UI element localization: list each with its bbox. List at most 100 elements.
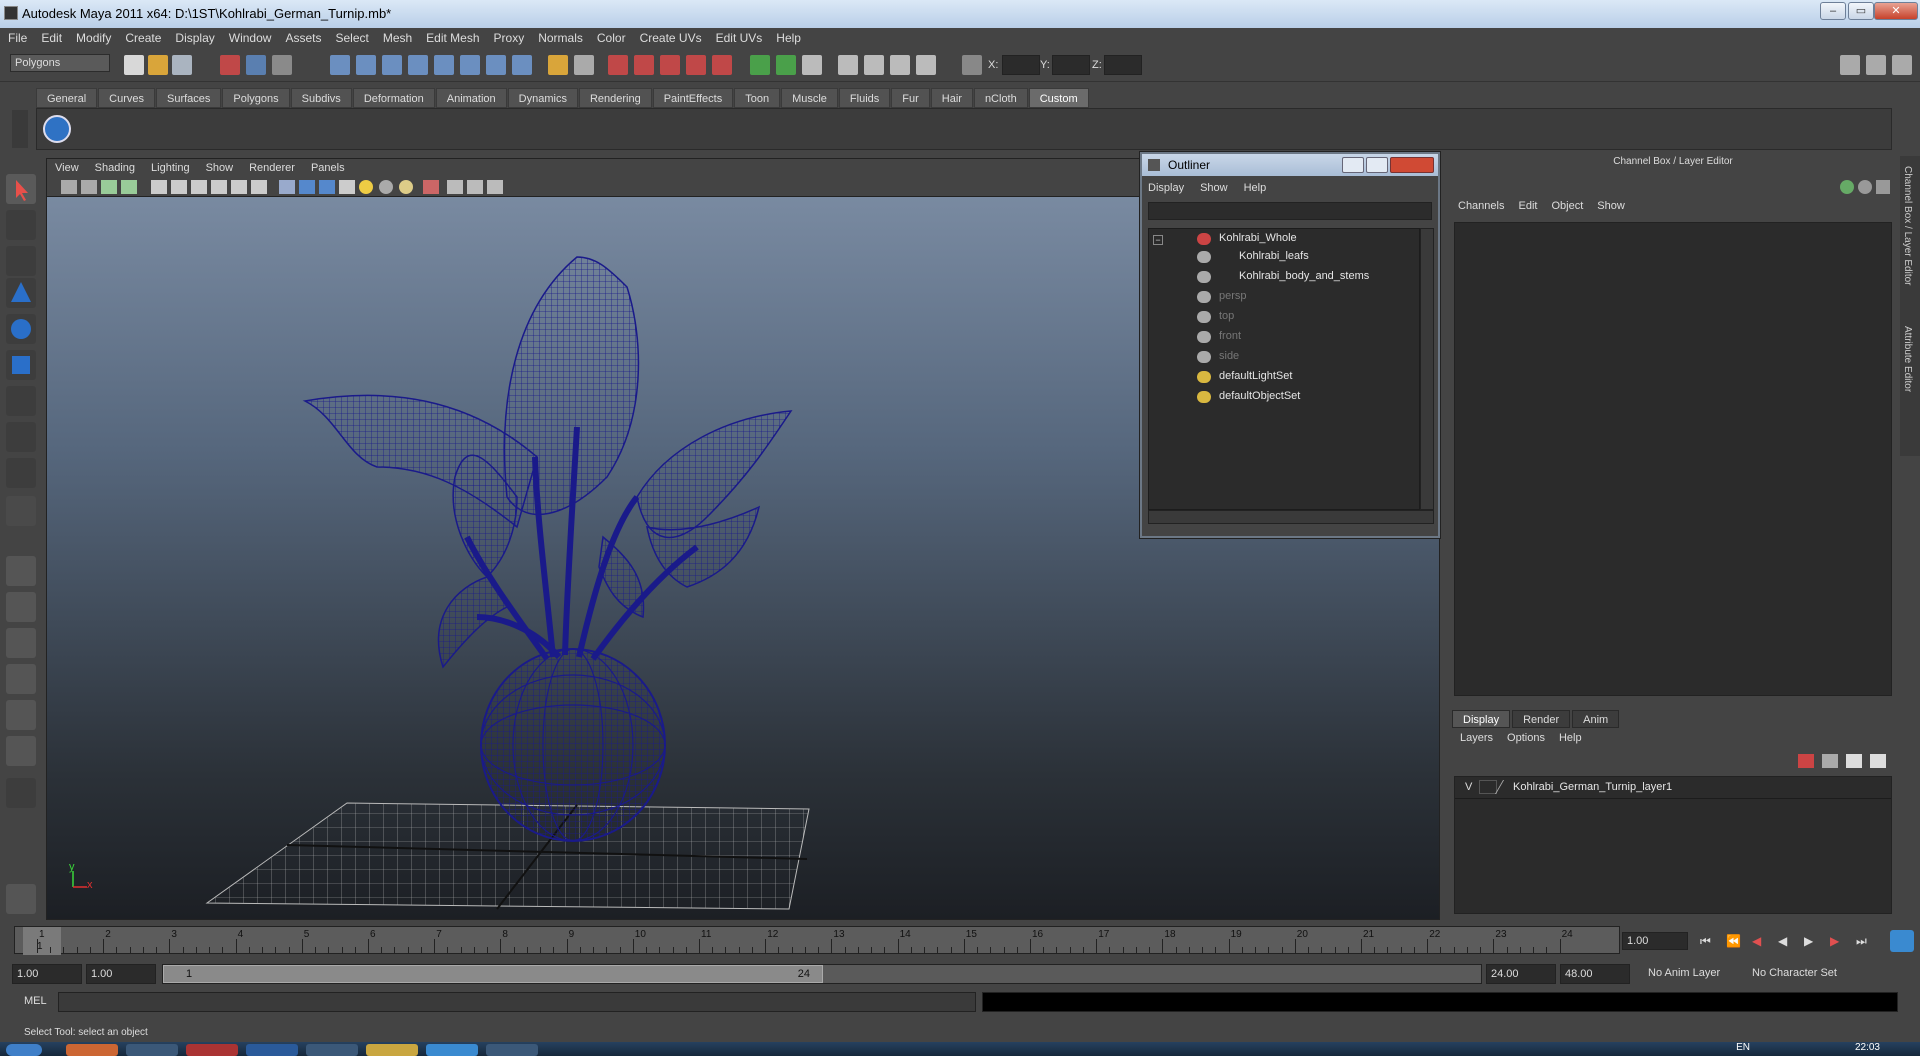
lock-icon[interactable] [548, 55, 568, 75]
menu-modify[interactable]: Modify [76, 31, 111, 45]
layer-color-swatch[interactable] [1494, 780, 1514, 794]
open-scene-icon[interactable] [148, 55, 168, 75]
pick-mask-icon[interactable] [356, 55, 376, 75]
snap-view-plane-icon[interactable] [460, 55, 480, 75]
maximize-button[interactable]: ▭ [1848, 2, 1874, 20]
select-by-object-icon[interactable] [246, 55, 266, 75]
tab-polygons[interactable]: Polygons [222, 88, 290, 108]
snap-point-icon[interactable] [434, 55, 454, 75]
menu-assets[interactable]: Assets [285, 31, 321, 45]
playback-start-field[interactable]: 1.00 [86, 964, 156, 984]
layer-visibility-toggle[interactable]: V [1465, 781, 1472, 793]
toggle-attribute-editor-icon[interactable] [1840, 55, 1860, 75]
menu-display[interactable]: Display [175, 31, 214, 45]
step-back-icon[interactable]: ⏪ [1726, 934, 1741, 948]
batch-render-icon[interactable] [916, 55, 936, 75]
auto-key-icon[interactable] [1890, 930, 1914, 952]
layer-tab-display[interactable]: Display [1452, 710, 1511, 728]
tab-general[interactable]: General [36, 88, 98, 108]
construction-history-icon[interactable] [634, 55, 654, 75]
go-to-end-icon[interactable]: ⏭ [1856, 934, 1867, 949]
soft-modification-icon[interactable] [6, 422, 36, 452]
select-by-hierarchy-icon[interactable] [220, 55, 240, 75]
tab-rendering[interactable]: Rendering [578, 88, 652, 108]
menu-edit-mesh[interactable]: Edit Mesh [426, 31, 479, 45]
grid-toggle-icon[interactable] [151, 180, 167, 194]
image-plane-icon[interactable] [121, 180, 137, 194]
animation-end-field[interactable]: 48.00 [1560, 964, 1630, 984]
outliner-horizontal-scrollbar[interactable] [1148, 510, 1434, 524]
cb-menu-object[interactable]: Object [1551, 200, 1583, 212]
layer-tab-anim[interactable]: Anim [1572, 710, 1620, 728]
layer-name[interactable]: Kohlrabi_German_Turnip_layer1 [1513, 781, 1672, 793]
universal-manipulator-icon[interactable] [6, 386, 36, 416]
side-tab-channel-box[interactable]: Channel Box / Layer Editor [1902, 166, 1913, 286]
tab-fur[interactable]: Fur [891, 88, 930, 108]
menu-edit[interactable]: Edit [41, 31, 62, 45]
x-field[interactable] [1002, 55, 1040, 75]
quick-layout-icon[interactable] [6, 884, 36, 914]
outliner-titlebar[interactable]: Outliner [1142, 154, 1438, 176]
taskbar-browser-icon[interactable] [66, 1044, 118, 1056]
tab-hair[interactable]: Hair [930, 88, 973, 108]
selection-handle-icon[interactable] [574, 55, 594, 75]
film-gate-icon[interactable] [171, 180, 187, 194]
tab-muscle[interactable]: Muscle [781, 88, 838, 108]
layer-options-icon[interactable] [1846, 754, 1862, 768]
channel-box-display-icon[interactable] [1840, 180, 1854, 194]
close-button[interactable]: ✕ [1874, 2, 1918, 20]
vp-menu-renderer[interactable]: Renderer [249, 162, 295, 174]
animation-start-field[interactable]: 1.00 [12, 964, 82, 984]
xray-joints-icon[interactable] [467, 180, 483, 194]
outliner-item[interactable]: front [1219, 327, 1241, 345]
outliner-item[interactable]: defaultLightSet [1219, 367, 1292, 385]
taskbar-app-icon[interactable] [126, 1044, 178, 1056]
outliner-filter-field[interactable] [1148, 202, 1432, 220]
snap-grid-icon[interactable] [382, 55, 402, 75]
outliner-item[interactable]: persp [1219, 287, 1247, 305]
channel-box-edit-icon[interactable] [1876, 180, 1890, 194]
start-button[interactable] [6, 1044, 42, 1056]
hud-icon[interactable] [487, 180, 503, 194]
menu-color[interactable]: Color [597, 31, 626, 45]
hypershade-icon[interactable] [864, 55, 884, 75]
tab-toon[interactable]: Toon [734, 88, 781, 108]
field-chart-icon[interactable] [231, 180, 247, 194]
menu-help[interactable]: Help [776, 31, 801, 45]
more-layouts-icon[interactable] [6, 778, 36, 808]
outliner-item[interactable]: Kohlrabi_Whole [1219, 229, 1297, 247]
vp-menu-shading[interactable]: Shading [95, 162, 135, 174]
outliner-item[interactable]: Kohlrabi_body_and_stems [1239, 267, 1369, 285]
toggle-channel-box-icon[interactable] [1892, 55, 1912, 75]
outliner-item[interactable]: side [1219, 347, 1239, 365]
camera-select-icon[interactable] [61, 180, 77, 194]
input-ops-icon[interactable] [660, 55, 680, 75]
render-region-icon[interactable] [750, 55, 770, 75]
taskbar-photoshop-icon[interactable] [246, 1044, 298, 1056]
current-time-field[interactable]: 1.00 [1622, 932, 1688, 950]
all-lights-icon[interactable] [379, 180, 393, 194]
mel-label[interactable]: MEL [24, 995, 47, 1007]
single-perspective-layout-icon[interactable] [6, 556, 36, 586]
tab-animation[interactable]: Animation [435, 88, 507, 108]
camera-attributes-icon[interactable] [81, 180, 97, 194]
step-forward-key-icon[interactable]: ▶ [1830, 934, 1839, 948]
scale-tool-icon[interactable] [6, 350, 36, 380]
default-lighting-icon[interactable] [359, 180, 373, 194]
clock[interactable]: 22:03 [1855, 1042, 1880, 1053]
layer-template-toggle[interactable] [1479, 780, 1497, 794]
rotate-tool-icon[interactable] [6, 314, 36, 344]
playback-end-field[interactable]: 24.00 [1486, 964, 1556, 984]
wireframe-shading-icon[interactable] [279, 180, 295, 194]
tab-surfaces[interactable]: Surfaces [155, 88, 222, 108]
vp-menu-panels[interactable]: Panels [311, 162, 345, 174]
transform-icon[interactable] [962, 55, 982, 75]
safe-action-icon[interactable] [251, 180, 267, 194]
vp-menu-lighting[interactable]: Lighting [151, 162, 190, 174]
show-manipulator-icon[interactable] [6, 458, 36, 488]
menu-create[interactable]: Create [125, 31, 161, 45]
outliner-menu-help[interactable]: Help [1244, 182, 1267, 198]
time-slider[interactable]: 1 1 2 3 4 5 6 7 8 9 10 11 12 13 14 15 16 17 18 19 20 21 22 23 2… [14, 926, 1620, 955]
outliner-item[interactable]: Kohlrabi_leafs [1239, 247, 1309, 265]
mask-icon[interactable] [330, 55, 350, 75]
